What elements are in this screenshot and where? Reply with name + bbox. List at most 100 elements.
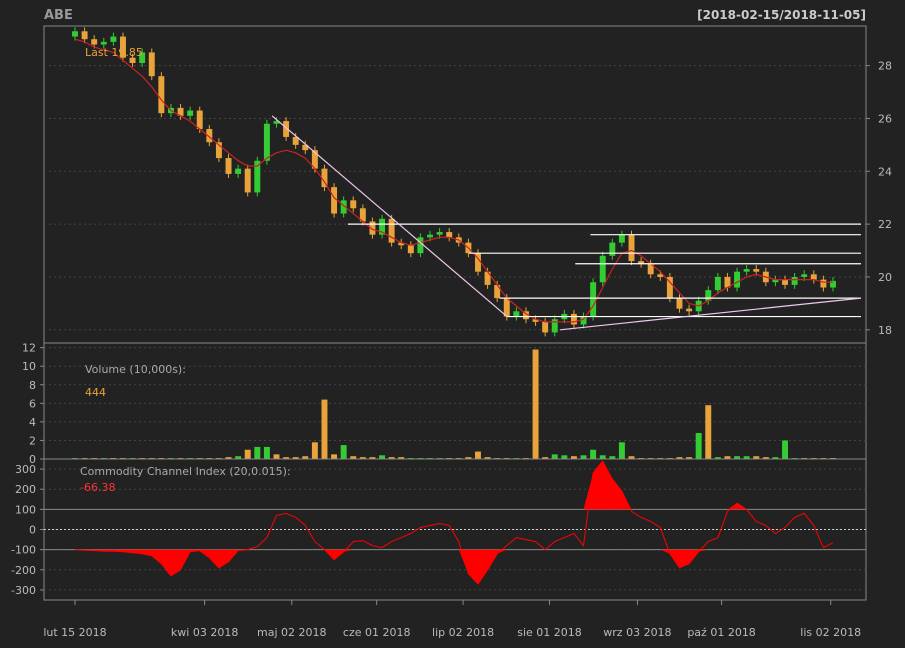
price-candle-body [263, 123, 270, 161]
cci-line [74, 460, 834, 585]
volume-bar [551, 454, 558, 459]
volume-tick-label: 4 [29, 416, 36, 429]
volume-bar [705, 405, 712, 459]
volume-panel: 024681012 [22, 342, 867, 466]
chart-container: ABE [2018-02-15/2018-11-05] 18 20 22 24 26 28… [0, 0, 905, 644]
price-candle-body [743, 269, 750, 272]
price-candle-body [599, 255, 606, 283]
price-candle-body [91, 39, 98, 45]
x-tick-label: lip 02 2018 [432, 626, 494, 639]
chart-svg: ABE [2018-02-15/2018-11-05] 182022242628… [11, 8, 892, 639]
x-tick-label: lut 15 2018 [43, 626, 106, 639]
cci-panel: -300 -200 -100 0 100 200 300 [11, 458, 867, 601]
price-candle-body [436, 232, 443, 235]
price-candle-body [427, 234, 433, 238]
volume-bar [590, 449, 597, 459]
price-tick-label: 24 [878, 165, 892, 178]
price-trend-line [560, 297, 862, 331]
x-tick-label: lis 02 2018 [800, 626, 861, 639]
x-tick-label: sie 01 2018 [517, 626, 582, 639]
price-candle-body [753, 269, 760, 272]
price-tick-label: 20 [878, 271, 892, 284]
cci-panel-title: Commodity Channel Index (20,0.015): [80, 465, 291, 478]
volume-bar [618, 442, 625, 459]
x-tick-label: maj 02 2018 [257, 626, 327, 639]
price-panel: 18 20 22 24 26 28 [43, 25, 892, 344]
volume-bar [532, 349, 539, 459]
price-tick-label: 18 [878, 324, 892, 337]
price-candle-body [72, 31, 78, 37]
volume-bar [331, 454, 338, 459]
volume-bar [475, 451, 481, 459]
price-candle-body [618, 234, 625, 243]
volume-tick-label: 2 [29, 434, 36, 447]
price-tick-label: 22 [878, 218, 892, 231]
volume-last-value: 444 [85, 386, 106, 399]
volume-frame [43, 342, 867, 460]
price-candle-body [820, 279, 827, 288]
price-candle-body [158, 76, 165, 114]
volume-bar [599, 455, 606, 459]
volume-bar [263, 446, 270, 459]
cci-tick-label: -100 [11, 544, 36, 557]
price-candle-body [734, 271, 741, 288]
price-candle-body [714, 276, 721, 291]
volume-tick-label: 12 [22, 342, 36, 355]
cci-tick-label: 200 [15, 483, 36, 496]
volume-bar [695, 433, 702, 459]
price-candle-body [551, 319, 558, 333]
volume-bar [254, 446, 261, 459]
price-candle-body [235, 168, 242, 174]
price-candle-body [187, 110, 194, 116]
x-tick-label: kwi 03 2018 [171, 626, 238, 639]
chart-date-range: [2018-02-15/2018-11-05] [697, 8, 866, 22]
volume-bar [782, 440, 788, 459]
cci-tick-label: -200 [11, 564, 36, 577]
cci-last-value: -66.38 [80, 481, 115, 494]
price-tick-label: 26 [878, 112, 892, 125]
x-tick-label: paź 01 2018 [687, 626, 755, 639]
x-tick-label: cze 01 2018 [343, 626, 411, 639]
price-candle-body [110, 36, 117, 42]
price-candle-body [791, 276, 798, 285]
price-candle-body [570, 313, 577, 325]
chart-title-symbol: ABE [44, 8, 73, 23]
price-candle-body [628, 234, 635, 262]
volume-bar [580, 455, 587, 459]
volume-bar [379, 455, 386, 459]
price-candle-body [148, 52, 155, 77]
price-candle-body [244, 168, 251, 193]
price-candle-body [350, 200, 357, 209]
volume-panel-title: Volume (10,000s): [85, 363, 186, 376]
price-candle-body [331, 187, 338, 214]
price-candle-body [407, 245, 414, 254]
price-trend-line [271, 115, 508, 318]
cci-tick-label: 300 [15, 463, 36, 476]
cci-tick-label: 0 [29, 524, 36, 537]
price-candle-body [580, 316, 587, 325]
price-candle-body [810, 274, 817, 280]
price-candle-body [676, 298, 683, 309]
price-candle-body [513, 311, 520, 317]
volume-tick-label: 10 [22, 360, 36, 373]
price-candle-body [81, 31, 88, 40]
volume-tick-label: 8 [29, 379, 36, 392]
price-candle-body [417, 237, 424, 254]
price-candle-body [225, 158, 232, 174]
price-candle-body [542, 321, 549, 333]
volume-bar [311, 442, 318, 459]
price-candle-body [446, 232, 453, 238]
price-frame [43, 25, 867, 344]
volume-bar [244, 449, 251, 459]
price-candle-body [196, 110, 203, 130]
price-tick-label: 28 [878, 60, 892, 73]
cci-tick-label: -300 [11, 584, 36, 597]
price-candle-body [100, 41, 107, 45]
x-tick-label: wrz 03 2018 [603, 626, 671, 639]
volume-bar [273, 454, 280, 459]
price-candle-body [782, 279, 788, 285]
volume-bar [321, 399, 328, 459]
volume-tick-label: 6 [29, 397, 36, 410]
price-candle-body [609, 242, 616, 256]
price-candle-body [801, 274, 808, 277]
